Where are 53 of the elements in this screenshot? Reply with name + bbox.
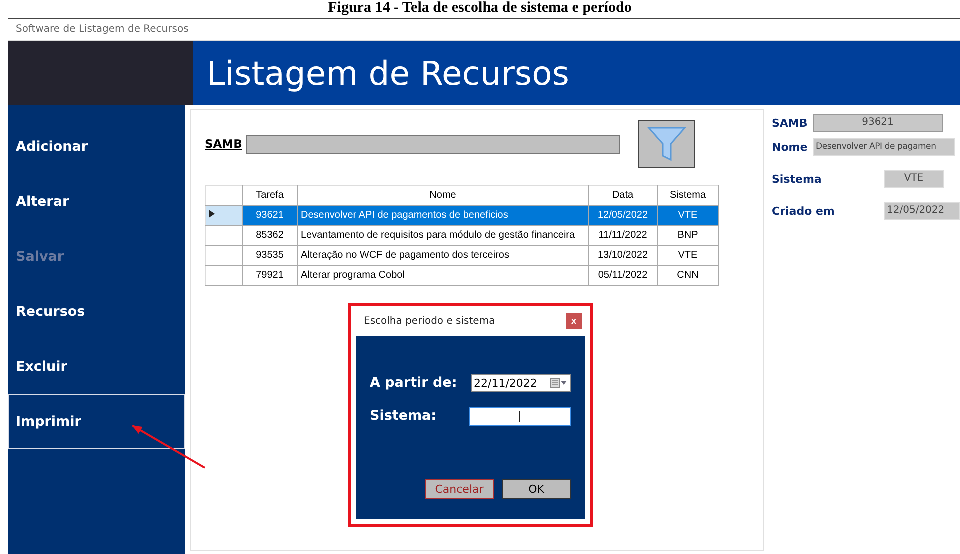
header-cell xyxy=(206,186,242,206)
readonly-field: 93621 xyxy=(813,114,943,132)
table-cell: 93535 xyxy=(242,246,298,266)
table-cell: Levantamento de requisitos para módulo de gestão financeira xyxy=(298,226,588,246)
table-cell: CNN xyxy=(658,266,718,286)
field-label: Sistema xyxy=(772,172,823,186)
table-row[interactable]: 79921 Alterar programa Cobol 05/11/2022 CNN xyxy=(206,266,718,286)
calendar-icon xyxy=(550,378,568,388)
table-cell: VTE xyxy=(658,206,718,226)
readonly-field: VTE xyxy=(884,170,944,188)
table-row[interactable]: 85362 Levantamento de requisitos para módulo de gestão financeira 11/11/2022 BNP xyxy=(206,226,718,246)
sidebar-item[interactable]: Alterar xyxy=(8,174,185,229)
table-cell: 85362 xyxy=(242,226,298,246)
figure-caption: Figura 14 - Tela de escolha de sistema e período xyxy=(327,0,633,18)
table-cell: 79921 xyxy=(242,266,298,286)
table-cell: 13/10/2022 xyxy=(588,246,658,266)
table-cell: 93621 xyxy=(242,206,298,226)
close-button[interactable]: x xyxy=(566,313,582,329)
readonly-field: Desenvolver API de pagamen xyxy=(813,138,955,156)
table-cell: Desenvolver API de pagamentos de beneficios xyxy=(298,206,588,226)
field-label: Sistema: xyxy=(370,408,437,424)
text-cursor xyxy=(519,410,520,422)
table-row[interactable]: 93535 Alteração no WCF de pagamento dos terceiros 13/10/2022 VTE xyxy=(206,246,718,266)
sidebar-item[interactable]: Recursos xyxy=(8,284,185,339)
field-label: A partir de: xyxy=(370,375,458,391)
sidebar-item[interactable]: Adicionar xyxy=(8,119,185,174)
readonly-field: 12/05/2022 xyxy=(884,202,960,220)
table-cell: 05/11/2022 xyxy=(588,266,658,286)
filter-button[interactable] xyxy=(638,120,696,168)
table-cell: 11/11/2022 xyxy=(588,226,658,246)
dialog-title: Escolha periodo e sistema xyxy=(364,316,496,326)
table-cell: BNP xyxy=(658,226,718,246)
samb-field[interactable] xyxy=(246,134,620,154)
app-title: Listagem de Recursos xyxy=(207,54,570,92)
field-label: SAMB xyxy=(772,116,809,130)
table-cell: Alterar programa Cobol xyxy=(298,266,588,286)
table-cell: VTE xyxy=(658,246,718,266)
sidebar-item[interactable]: Excluir xyxy=(8,339,185,394)
field-label: Criado em xyxy=(772,204,836,218)
samb-label: SAMB xyxy=(205,137,242,151)
system-field[interactable] xyxy=(469,406,571,426)
field-label: Nome xyxy=(772,140,809,154)
column-header[interactable]: Nome xyxy=(298,186,588,206)
date-picker[interactable]: 22/11/2022 xyxy=(471,374,571,392)
table-cell: Alteração no WCF de pagamento dos terceiros xyxy=(298,246,588,266)
row-pointer-icon xyxy=(209,210,215,218)
funnel-icon xyxy=(646,126,687,162)
ok-button[interactable]: OK xyxy=(502,479,571,499)
window-title: Software de Listagem de Recursos xyxy=(16,24,189,35)
cancel-button[interactable]: Cancelar xyxy=(425,479,494,499)
table-cell: 12/05/2022 xyxy=(588,206,658,226)
table-row[interactable]: 93621 Desenvolver API de pagamentos de beneficios 12/05/2022 VTE xyxy=(206,206,718,226)
sidebar-item[interactable]: Imprimir xyxy=(8,394,185,449)
